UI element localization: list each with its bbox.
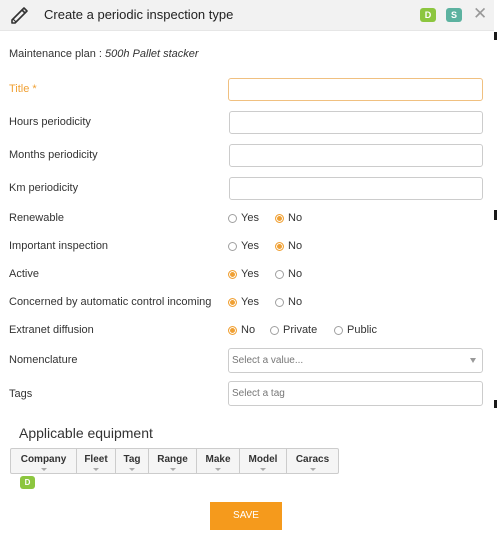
- column-label: Model: [248, 454, 278, 465]
- active-label: Active: [9, 268, 39, 280]
- auto-control-label: Concerned by automatic control incoming: [9, 296, 212, 308]
- sort-icon: [309, 468, 316, 471]
- km-periodicity-input[interactable]: [229, 177, 483, 200]
- nomenclature-placeholder: Select a value...: [232, 355, 304, 366]
- active-yes[interactable]: Yes: [228, 268, 259, 280]
- radio-renewable-0[interactable]: [228, 213, 237, 223]
- column-company[interactable]: Company: [11, 449, 77, 473]
- radio-label: Public: [347, 324, 377, 336]
- radio-active-0[interactable]: [228, 269, 237, 279]
- sort-icon: [93, 468, 99, 471]
- column-make[interactable]: Make: [197, 449, 240, 473]
- active-no[interactable]: No: [275, 268, 302, 280]
- column-label: Tag: [123, 454, 141, 465]
- radio-label: Private: [283, 324, 318, 336]
- important-no[interactable]: No: [275, 240, 302, 252]
- radio-label: No: [241, 324, 256, 336]
- radio-label: Yes: [241, 212, 259, 224]
- radio-auto_control-1[interactable]: [275, 297, 284, 307]
- nomenclature-select[interactable]: Select a value...: [228, 348, 483, 373]
- column-label: Range: [157, 454, 188, 465]
- extranet-public[interactable]: Public: [334, 324, 377, 336]
- nomenclature-label: Nomenclature: [9, 354, 78, 366]
- important-inspection-label: Important inspection: [9, 240, 109, 252]
- radio-important-1[interactable]: [275, 241, 284, 251]
- save-button[interactable]: SAVE: [210, 502, 282, 530]
- sort-icon: [169, 468, 176, 471]
- badge-d[interactable]: D: [420, 8, 436, 22]
- radio-label: No: [288, 212, 303, 224]
- column-label: Company: [20, 454, 67, 465]
- column-caracs[interactable]: Caracs: [287, 449, 338, 473]
- maintenance-plan: Maintenance plan : 500h Pallet stacker: [9, 48, 199, 60]
- radio-extranet-0[interactable]: [228, 325, 237, 335]
- column-fleet[interactable]: Fleet: [77, 449, 116, 473]
- maintenance-plan-value: 500h Pallet stacker: [105, 48, 199, 60]
- radio-active-1[interactable]: [275, 269, 284, 279]
- hours-periodicity-input[interactable]: [229, 111, 483, 134]
- sort-icon: [40, 468, 47, 471]
- extranet-private[interactable]: Private: [270, 324, 317, 336]
- months-periodicity-input[interactable]: [229, 144, 483, 167]
- sort-icon: [260, 468, 266, 471]
- sort-icon: [129, 468, 135, 471]
- column-tag[interactable]: Tag: [116, 449, 149, 473]
- radio-label: No: [288, 240, 303, 252]
- radio-label: No: [288, 268, 303, 280]
- column-model[interactable]: Model: [240, 449, 287, 473]
- title-input[interactable]: [228, 78, 483, 101]
- auto-control-yes[interactable]: Yes: [228, 296, 259, 308]
- tags-label: Tags: [9, 388, 33, 400]
- km-periodicity-label: Km periodicity: [9, 182, 79, 194]
- radio-auto_control-0[interactable]: [228, 297, 237, 307]
- pencil-icon: [11, 7, 28, 24]
- radio-label: Yes: [241, 296, 259, 308]
- radio-label: Yes: [241, 268, 259, 280]
- important-yes[interactable]: Yes: [228, 240, 259, 252]
- extranet-no[interactable]: No: [228, 324, 255, 336]
- auto-control-no[interactable]: No: [275, 296, 302, 308]
- radio-extranet-1[interactable]: [270, 325, 279, 335]
- equipment-columns: Company Fleet Tag Range Make Model Carac…: [10, 448, 339, 474]
- extranet-diffusion-label: Extranet diffusion: [9, 324, 94, 336]
- equipment-badge-d[interactable]: D: [20, 476, 35, 489]
- sort-icon: [215, 468, 221, 471]
- badge-s[interactable]: S: [446, 8, 462, 22]
- renewable-no[interactable]: No: [275, 212, 302, 224]
- column-label: Caracs: [295, 454, 330, 465]
- dialog-header: Create a periodic inspection type D S ✕: [0, 0, 497, 31]
- column-label: Make: [205, 454, 231, 465]
- radio-extranet-2[interactable]: [334, 325, 343, 335]
- months-periodicity-label: Months periodicity: [9, 149, 98, 161]
- column-label: Fleet: [84, 454, 108, 465]
- chevron-down-icon: [470, 358, 476, 363]
- renewable-label: Renewable: [9, 212, 65, 224]
- radio-important-0[interactable]: [228, 241, 237, 251]
- dialog-title: Create a periodic inspection type: [44, 7, 234, 22]
- renewable-yes[interactable]: Yes: [228, 212, 259, 224]
- title-label: Title *: [9, 83, 37, 95]
- maintenance-plan-label: Maintenance plan :: [9, 48, 106, 60]
- hours-periodicity-label: Hours periodicity: [9, 116, 91, 128]
- applicable-equipment-title: Applicable equipment: [19, 425, 153, 441]
- radio-label: Yes: [241, 240, 259, 252]
- tags-input[interactable]: Select a tag: [228, 381, 483, 406]
- column-range[interactable]: Range: [149, 449, 197, 473]
- close-icon[interactable]: ✕: [473, 4, 487, 24]
- tags-placeholder: Select a tag: [232, 388, 285, 399]
- radio-renewable-1[interactable]: [275, 213, 284, 223]
- radio-label: No: [288, 296, 303, 308]
